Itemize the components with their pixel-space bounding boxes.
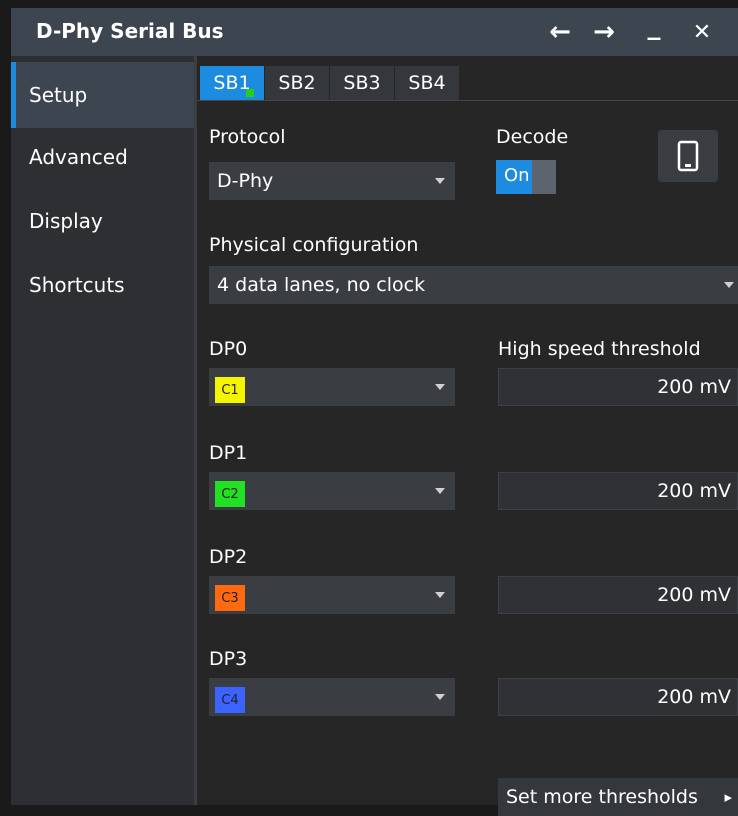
channel-badge: C1	[215, 377, 245, 403]
decode-state: On	[504, 165, 530, 186]
lane-label-dp3: DP3	[209, 648, 248, 670]
chevron-down-icon	[724, 282, 734, 288]
mobile-device-button[interactable]	[658, 130, 718, 182]
chevron-down-icon	[435, 178, 445, 184]
back-arrow-icon[interactable]: ←	[543, 16, 577, 48]
forward-arrow-icon[interactable]: →	[587, 16, 621, 48]
channel-badge: C4	[215, 687, 245, 713]
physical-config-select[interactable]: 4 data lanes, no clock	[209, 266, 738, 304]
dialog-window: D-Phy Serial Bus ← → _ ✕ Setup Advanced …	[11, 8, 738, 816]
physical-config-value: 4 data lanes, no clock	[217, 274, 426, 296]
lane-label-dp2: DP2	[209, 546, 248, 568]
play-arrow-icon: ▸	[720, 778, 732, 816]
protocol-value: D-Phy	[217, 170, 274, 192]
sidebar: Setup Advanced Display Shortcuts	[11, 56, 197, 805]
threshold-input-dp3[interactable]: 200 mV	[498, 678, 738, 716]
threshold-header: High speed threshold	[498, 338, 701, 360]
minimize-icon[interactable]: _	[637, 10, 671, 42]
lane-source-select-dp2[interactable]: C3	[209, 576, 455, 614]
sidebar-item-shortcuts[interactable]: Shortcuts	[11, 252, 194, 318]
tab-sb4[interactable]: SB4	[395, 66, 460, 100]
tab-sb1[interactable]: SB1	[200, 66, 265, 100]
close-icon[interactable]: ✕	[685, 16, 719, 48]
threshold-input-dp0[interactable]: 200 mV	[498, 368, 738, 406]
title-bar[interactable]: D-Phy Serial Bus ← → _ ✕	[11, 8, 738, 56]
serial-bus-tabs: SB1 SB2 SB3 SB4	[197, 56, 738, 101]
setup-panel: SB1 SB2 SB3 SB4 Protocol D-Phy Decode On…	[197, 56, 738, 816]
dialog-title: D-Phy Serial Bus	[36, 19, 224, 43]
sidebar-item-advanced[interactable]: Advanced	[11, 124, 194, 190]
physical-config-label: Physical configuration	[209, 234, 419, 256]
protocol-select[interactable]: D-Phy	[209, 162, 455, 200]
channel-badge: C3	[215, 585, 245, 611]
lane-label-dp0: DP0	[209, 338, 248, 360]
lane-source-select-dp3[interactable]: C4	[209, 678, 455, 716]
sidebar-item-setup[interactable]: Setup	[11, 62, 194, 128]
lane-source-select-dp1[interactable]: C2	[209, 472, 455, 510]
lane-label-dp1: DP1	[209, 442, 248, 464]
active-indicator-icon	[246, 89, 254, 97]
phone-icon	[677, 140, 699, 172]
protocol-label: Protocol	[209, 126, 286, 148]
toggle-knob	[532, 160, 556, 194]
threshold-input-dp1[interactable]: 200 mV	[498, 472, 738, 510]
chevron-down-icon	[435, 694, 445, 700]
chevron-down-icon	[435, 384, 445, 390]
chevron-down-icon	[435, 488, 445, 494]
chevron-down-icon	[435, 592, 445, 598]
decode-label: Decode	[496, 126, 569, 148]
tab-sb2[interactable]: SB2	[265, 66, 330, 100]
sidebar-item-display[interactable]: Display	[11, 188, 194, 254]
set-more-thresholds-button[interactable]: Set more thresholds ▸	[498, 778, 738, 816]
threshold-input-dp2[interactable]: 200 mV	[498, 576, 738, 614]
lane-source-select-dp0[interactable]: C1	[209, 368, 455, 406]
channel-badge: C2	[215, 481, 245, 507]
tab-sb3[interactable]: SB3	[330, 66, 395, 100]
decode-toggle[interactable]: On	[496, 160, 556, 194]
